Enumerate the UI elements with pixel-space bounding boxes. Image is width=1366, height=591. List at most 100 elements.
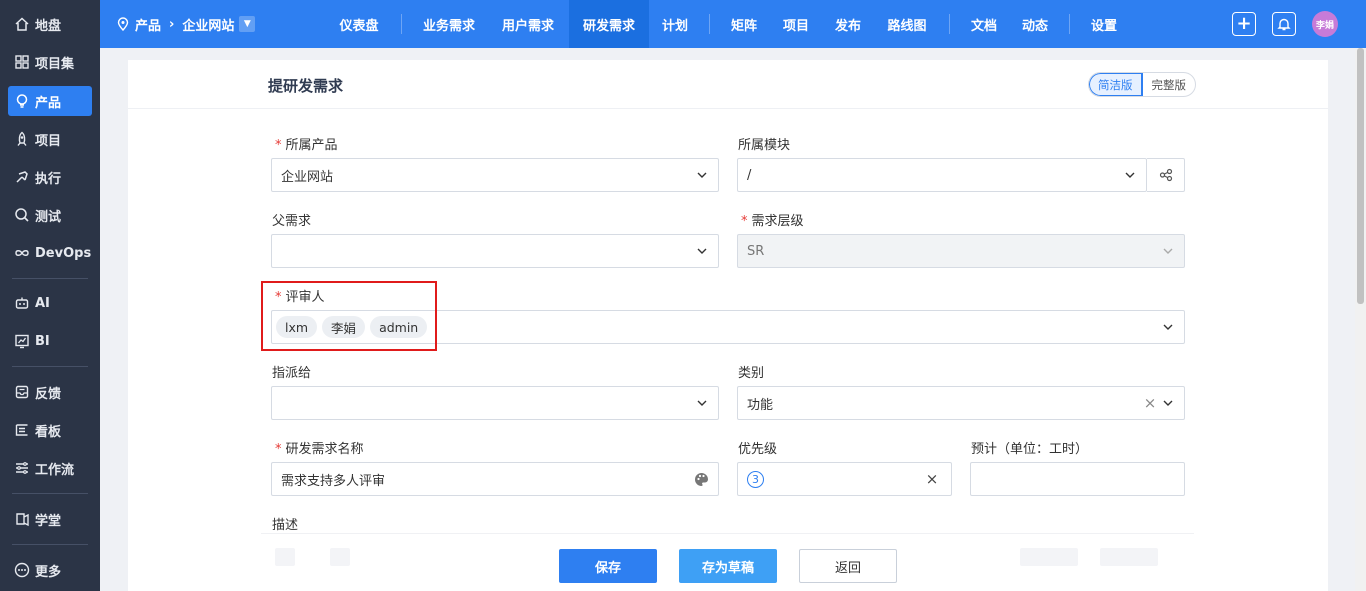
- category-select-value: 功能: [747, 397, 774, 413]
- tab-business-requirement[interactable]: 业务需求: [413, 0, 485, 48]
- story-name-input[interactable]: 需求支持多人评审: [271, 462, 719, 496]
- sidebar-item-label: BI: [35, 333, 50, 349]
- name-label-text: 研发需求名称: [285, 442, 364, 457]
- description-label: 描述: [272, 518, 299, 533]
- mode-full-button[interactable]: 完整版: [1143, 73, 1196, 96]
- assign-select[interactable]: [271, 386, 719, 420]
- module-select[interactable]: /: [737, 158, 1147, 192]
- top-header: 产品 › 企业网站 ▼ 仪表盘 业务需求 用户需求 研发需求 计划 矩阵 项目 …: [100, 0, 1366, 48]
- notification-button[interactable]: [1272, 12, 1296, 36]
- tab-matrix[interactable]: 矩阵: [722, 0, 766, 48]
- sidebar-item-product[interactable]: 产品: [8, 86, 92, 116]
- parent-label: 父需求: [272, 214, 312, 229]
- sidebar-divider: [12, 278, 88, 279]
- mode-switch[interactable]: 简洁版 完整版: [1088, 72, 1196, 97]
- editor-toolbar-ghost: [330, 548, 350, 566]
- palette-icon[interactable]: [694, 472, 709, 487]
- sidebar-item-program[interactable]: 项目集: [8, 47, 92, 77]
- tab-roadmap[interactable]: 路线图: [878, 0, 936, 48]
- clear-icon[interactable]: ×: [925, 470, 939, 488]
- sidebar-item-feedback[interactable]: 反馈: [8, 377, 92, 407]
- tab-activity[interactable]: 动态: [1013, 0, 1057, 48]
- robot-icon: [14, 295, 30, 311]
- tab-release[interactable]: 发布: [826, 0, 870, 48]
- save-button[interactable]: 保存: [559, 549, 657, 583]
- sidebar-item-devops[interactable]: DevOps: [8, 238, 92, 268]
- sidebar-divider: [12, 493, 88, 494]
- avatar[interactable]: 李娟: [1312, 11, 1338, 37]
- tab-document[interactable]: 文档: [962, 0, 1006, 48]
- breadcrumb-root[interactable]: 产品: [135, 15, 161, 34]
- chevron-down-icon: [1124, 169, 1136, 181]
- parent-select[interactable]: [271, 234, 719, 268]
- sidebar-item-label: 测试: [35, 209, 62, 225]
- location-pin-icon: [116, 17, 130, 31]
- breadcrumb-current[interactable]: 企业网站: [182, 15, 234, 34]
- estimate-input[interactable]: [970, 462, 1185, 496]
- grid-icon: [14, 54, 30, 70]
- sidebar-item-test[interactable]: 测试: [8, 200, 92, 230]
- category-select[interactable]: 功能 ×: [737, 386, 1185, 420]
- sidebar: 地盘 项目集 产品 项目 执行 测试 DevOps AI BI 反馈 看板 工作…: [0, 0, 100, 591]
- tab-dev-requirement[interactable]: 研发需求: [569, 0, 649, 48]
- header-divider: [401, 14, 402, 34]
- reviewer-highlight-box: [261, 281, 437, 351]
- mode-simple-button[interactable]: 简洁版: [1089, 73, 1143, 96]
- header-divider: [709, 14, 710, 34]
- save-draft-button[interactable]: 存为草稿: [679, 549, 777, 583]
- product-select[interactable]: 企业网站: [271, 158, 719, 192]
- priority-badge: 3: [747, 470, 764, 488]
- category-label: 类别: [738, 366, 765, 381]
- sidebar-item-kanban[interactable]: 看板: [8, 415, 92, 445]
- home-icon: [14, 16, 30, 32]
- tab-dashboard[interactable]: 仪表盘: [328, 0, 390, 48]
- clear-icon[interactable]: ×: [1143, 394, 1157, 412]
- sidebar-item-label: 产品: [35, 95, 62, 111]
- sidebar-item-label: 更多: [35, 564, 62, 580]
- sidebar-item-bi[interactable]: BI: [8, 326, 92, 356]
- chevron-down-icon: [696, 245, 708, 257]
- module-label: 所属模块: [738, 138, 791, 153]
- more-icon: [14, 562, 30, 578]
- tab-settings[interactable]: 设置: [1082, 0, 1126, 48]
- search-icon: [14, 207, 30, 223]
- sidebar-item-workflow[interactable]: 工作流: [8, 453, 92, 483]
- page-scrollbar[interactable]: [1355, 48, 1366, 591]
- product-select-value: 企业网站: [281, 169, 334, 185]
- sidebar-item-ai[interactable]: AI: [8, 288, 92, 318]
- back-button[interactable]: 返回: [799, 549, 897, 583]
- scrollbar-thumb[interactable]: [1357, 48, 1364, 304]
- module-manage-button[interactable]: [1147, 158, 1185, 192]
- priority-select[interactable]: 3 ×: [737, 462, 952, 496]
- tab-plan[interactable]: 计划: [653, 0, 697, 48]
- level-select: SR: [737, 234, 1185, 268]
- required-mark: *: [741, 214, 748, 229]
- estimate-label: 预计（单位：工时）: [971, 442, 1089, 457]
- sidebar-item-project[interactable]: 项目: [8, 124, 92, 154]
- priority-label: 优先级: [738, 442, 778, 457]
- chevron-down-icon: [696, 169, 708, 181]
- tab-user-requirement[interactable]: 用户需求: [492, 0, 564, 48]
- sidebar-item-dashboard[interactable]: 地盘: [8, 9, 92, 39]
- add-button[interactable]: +: [1232, 12, 1256, 36]
- sidebar-item-execution[interactable]: 执行: [8, 162, 92, 192]
- assign-label: 指派给: [272, 366, 312, 381]
- sidebar-item-label: 学堂: [35, 513, 62, 529]
- chevron-down-icon[interactable]: ▼: [239, 16, 256, 32]
- sidebar-divider: [12, 366, 88, 367]
- sidebar-item-label: 执行: [35, 171, 62, 187]
- sidebar-item-label: DevOps: [35, 245, 92, 261]
- tab-project[interactable]: 项目: [774, 0, 818, 48]
- sidebar-item-label: 项目: [35, 133, 62, 149]
- sidebar-item-label: AI: [35, 295, 50, 311]
- story-name-value: 需求支持多人评审: [281, 473, 386, 489]
- sidebar-item-school[interactable]: 学堂: [8, 504, 92, 534]
- header-divider: [949, 14, 950, 34]
- header-divider: [1069, 14, 1070, 34]
- infinity-icon: [14, 245, 30, 261]
- plus-icon: +: [1236, 13, 1252, 34]
- editor-toolbar-ghost: [1020, 548, 1078, 566]
- sidebar-item-more[interactable]: 更多: [8, 555, 92, 585]
- sidebar-item-label: 工作流: [35, 462, 75, 478]
- panel-divider: [128, 108, 1328, 109]
